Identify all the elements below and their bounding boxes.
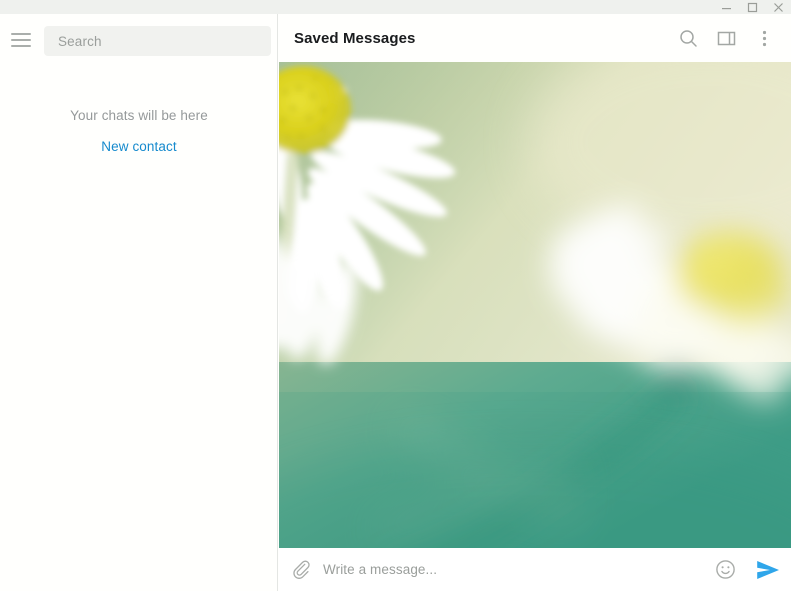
message-input[interactable]: Write a message... <box>323 562 705 577</box>
send-message-button[interactable] <box>745 548 791 591</box>
minimize-icon <box>721 7 731 9</box>
sidebar-toolbar: Search <box>0 14 277 68</box>
search-icon <box>679 29 697 47</box>
hamburger-bar <box>11 45 31 47</box>
search-placeholder: Search <box>58 33 102 49</box>
minimize-button[interactable] <box>713 0 739 14</box>
message-placeholder: Write a message... <box>323 562 438 577</box>
info-panel-icon <box>717 31 735 45</box>
close-icon <box>773 2 783 12</box>
main-body: Search Your chats will be here New conta… <box>0 14 791 591</box>
more-menu-button[interactable] <box>745 14 783 62</box>
maximize-button[interactable] <box>739 0 765 14</box>
more-menu-icon <box>762 30 766 46</box>
send-arrow-icon <box>757 560 779 579</box>
paperclip-icon <box>292 560 310 579</box>
chat-panel: Saved Messages Write a message... <box>279 14 791 591</box>
chat-title: Saved Messages <box>294 29 416 47</box>
chat-header: Saved Messages <box>279 14 791 62</box>
maximize-icon <box>747 2 757 12</box>
chat-list-empty-state: Your chats will be here New contact <box>0 108 278 154</box>
chat-wallpaper <box>279 62 791 562</box>
close-button[interactable] <box>765 0 791 14</box>
message-composer: Write a message... <box>279 548 791 591</box>
chat-search-button[interactable] <box>669 14 707 62</box>
empty-state-message: Your chats will be here <box>70 108 208 123</box>
attach-file-button[interactable] <box>279 548 323 591</box>
window-titlebar <box>0 0 791 14</box>
info-panel-toggle-button[interactable] <box>707 14 745 62</box>
telegram-desktop-window: Search Your chats will be here New conta… <box>0 0 791 591</box>
search-input[interactable]: Search <box>44 26 271 56</box>
hamburger-bar <box>11 39 31 41</box>
hamburger-bar <box>11 33 31 35</box>
emoji-button[interactable] <box>705 548 745 591</box>
emoji-smiley-icon <box>715 560 735 579</box>
hamburger-menu-icon[interactable] <box>11 32 31 48</box>
new-contact-link[interactable]: New contact <box>0 139 278 154</box>
chat-list-sidebar: Search Your chats will be here New conta… <box>0 14 278 591</box>
